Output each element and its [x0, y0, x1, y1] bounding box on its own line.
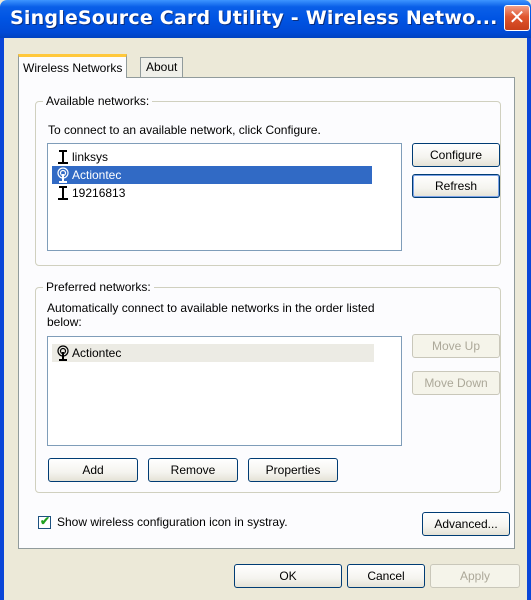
systray-checkbox-label: Show wireless configuration icon in syst… — [57, 515, 288, 529]
network-name: Actiontec — [72, 168, 122, 182]
antenna-icon — [58, 186, 68, 200]
preferred-networks-list[interactable]: Actiontec — [47, 336, 402, 446]
checkmark-icon: ✔ — [40, 514, 51, 528]
available-networks-instruction: To connect to an available network, clic… — [48, 123, 321, 137]
preferred-networks-instruction-line2: below: — [47, 315, 82, 329]
preferred-networks-instruction-line1: Automatically connect to available netwo… — [47, 301, 375, 315]
list-item[interactable]: linksys — [52, 148, 372, 166]
remove-button[interactable]: Remove — [148, 458, 238, 482]
tab-panel: Available networks: To connect to an ava… — [18, 77, 515, 549]
list-item[interactable]: Actiontec — [52, 166, 372, 184]
configure-button[interactable]: Configure — [412, 143, 500, 167]
properties-button[interactable]: Properties — [248, 458, 338, 482]
close-button[interactable]: ✕ — [504, 5, 530, 31]
window-frame-left — [0, 38, 4, 600]
preferred-networks-group: Preferred networks: Automatically connec… — [35, 280, 501, 493]
network-name: Actiontec — [72, 346, 122, 360]
close-icon: ✕ — [508, 5, 526, 29]
cancel-button[interactable]: Cancel — [347, 564, 425, 588]
available-networks-group: Available networks: To connect to an ava… — [35, 94, 501, 266]
ok-button[interactable]: OK — [234, 564, 342, 588]
refresh-button[interactable]: Refresh — [412, 174, 500, 198]
list-item[interactable]: 19216813 — [52, 184, 372, 202]
tab-about[interactable]: About — [140, 57, 184, 77]
available-networks-list[interactable]: linksys Actiontec 19216813 — [47, 143, 402, 251]
apply-button[interactable]: Apply — [430, 564, 520, 588]
window-frame-right — [527, 38, 531, 600]
antenna-icon — [58, 150, 68, 164]
move-up-button[interactable]: Move Up — [412, 334, 500, 358]
add-button[interactable]: Add — [48, 458, 138, 482]
window-title: SingleSource Card Utility - Wireless Net… — [10, 7, 498, 29]
title-bar[interactable]: SingleSource Card Utility - Wireless Net… — [0, 0, 531, 38]
preferred-networks-legend: Preferred networks: — [43, 280, 154, 294]
list-item[interactable]: Actiontec — [52, 344, 374, 362]
wireless-signal-icon — [57, 345, 69, 361]
systray-checkbox[interactable]: ✔ — [38, 514, 51, 529]
wireless-signal-icon — [57, 167, 69, 183]
network-name: linksys — [72, 150, 109, 164]
advanced-button[interactable]: Advanced... — [422, 512, 510, 536]
network-name: 19216813 — [72, 186, 126, 200]
tab-wireless-networks[interactable]: Wireless Networks — [18, 54, 128, 78]
available-networks-legend: Available networks: — [43, 94, 153, 108]
move-down-button[interactable]: Move Down — [412, 371, 500, 395]
